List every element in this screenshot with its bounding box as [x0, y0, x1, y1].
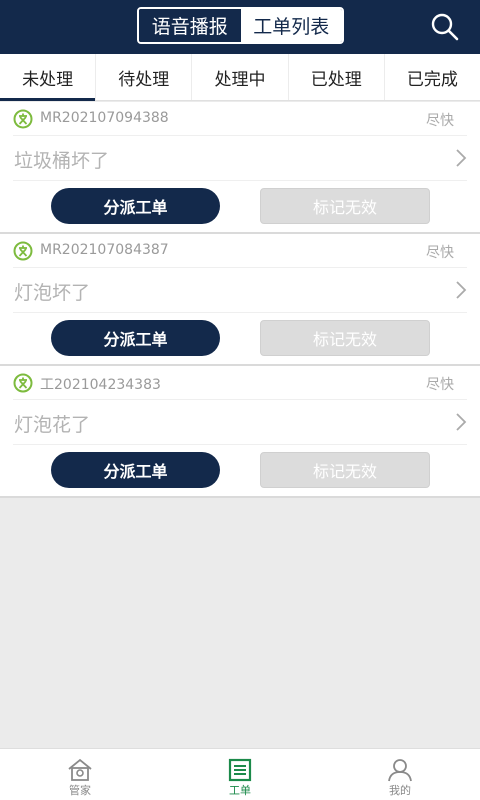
order-title-row[interactable]: 垃圾桶坏了 — [0, 136, 480, 180]
user-icon — [388, 759, 412, 782]
search-icon — [431, 13, 459, 41]
segment-order-list[interactable]: 工单列表 — [240, 9, 342, 42]
divider — [13, 444, 467, 445]
order-header: MR202107084387 尽快 — [0, 234, 480, 267]
mark-invalid-button[interactable]: 标记无效 — [260, 320, 430, 356]
top-bar: 语音播报 工单列表 — [0, 0, 480, 54]
order-title-row[interactable]: 灯泡花了 — [0, 400, 480, 444]
text-badge-icon — [13, 109, 33, 129]
order-list: MR202107094388 尽快 垃圾桶坏了 分派工单 标记无效 MR2021… — [0, 102, 480, 498]
bottom-nav: 管家 工单 我的 — [0, 748, 480, 800]
tab-completed[interactable]: 已完成 — [385, 54, 480, 100]
status-tabs: 未处理 待处理 处理中 已处理 已完成 — [0, 54, 480, 101]
order-card: MR202107084387 尽快 灯泡坏了 分派工单 标记无效 — [0, 234, 480, 366]
order-card: 工202104234383 尽快 灯泡花了 分派工单 标记无效 — [0, 366, 480, 498]
nav-work-order[interactable]: 工单 — [160, 749, 320, 800]
urgency-label: 尽快 — [426, 113, 454, 129]
nav-label: 管家 — [69, 784, 91, 797]
mark-invalid-button[interactable]: 标记无效 — [260, 188, 430, 224]
chevron-right-icon — [456, 149, 467, 167]
chevron-right-icon — [456, 281, 467, 299]
view-segmented-control: 语音播报 工单列表 — [137, 7, 344, 44]
order-header: 工202104234383 尽快 — [0, 366, 480, 399]
list-icon — [228, 758, 252, 782]
order-title: 灯泡坏了 — [14, 282, 91, 304]
chevron-right-icon — [456, 413, 467, 431]
nav-label: 我的 — [389, 784, 411, 797]
nav-mine[interactable]: 我的 — [320, 749, 480, 800]
order-card: MR202107094388 尽快 垃圾桶坏了 分派工单 标记无效 — [0, 102, 480, 234]
urgency-label: 尽快 — [426, 377, 454, 393]
order-title: 灯泡花了 — [14, 414, 91, 436]
nav-housekeeper[interactable]: 管家 — [0, 749, 160, 800]
tab-unprocessed[interactable]: 未处理 — [0, 54, 97, 101]
order-code: 工202104234383 — [40, 377, 161, 393]
tab-in-progress[interactable]: 处理中 — [192, 54, 289, 100]
text-badge-icon — [13, 373, 33, 393]
dispatch-order-button[interactable]: 分派工单 — [51, 452, 220, 488]
order-header: MR202107094388 尽快 — [0, 102, 480, 135]
order-code: MR202107084387 — [40, 242, 169, 258]
tab-processed[interactable]: 已处理 — [289, 54, 385, 100]
order-title: 垃圾桶坏了 — [14, 150, 110, 172]
dispatch-order-button[interactable]: 分派工单 — [51, 320, 220, 356]
search-button[interactable] — [428, 10, 462, 44]
urgency-label: 尽快 — [426, 245, 454, 261]
divider — [13, 180, 467, 181]
order-code: MR202107094388 — [40, 110, 169, 126]
tab-pending[interactable]: 待处理 — [96, 54, 193, 100]
nav-label: 工单 — [229, 784, 251, 797]
segment-voice-broadcast[interactable]: 语音播报 — [139, 9, 241, 42]
dispatch-order-button[interactable]: 分派工单 — [51, 188, 220, 224]
order-title-row[interactable]: 灯泡坏了 — [0, 268, 480, 312]
divider — [13, 312, 467, 313]
text-badge-icon — [13, 241, 33, 261]
mark-invalid-button[interactable]: 标记无效 — [260, 452, 430, 488]
house-icon — [68, 758, 92, 781]
